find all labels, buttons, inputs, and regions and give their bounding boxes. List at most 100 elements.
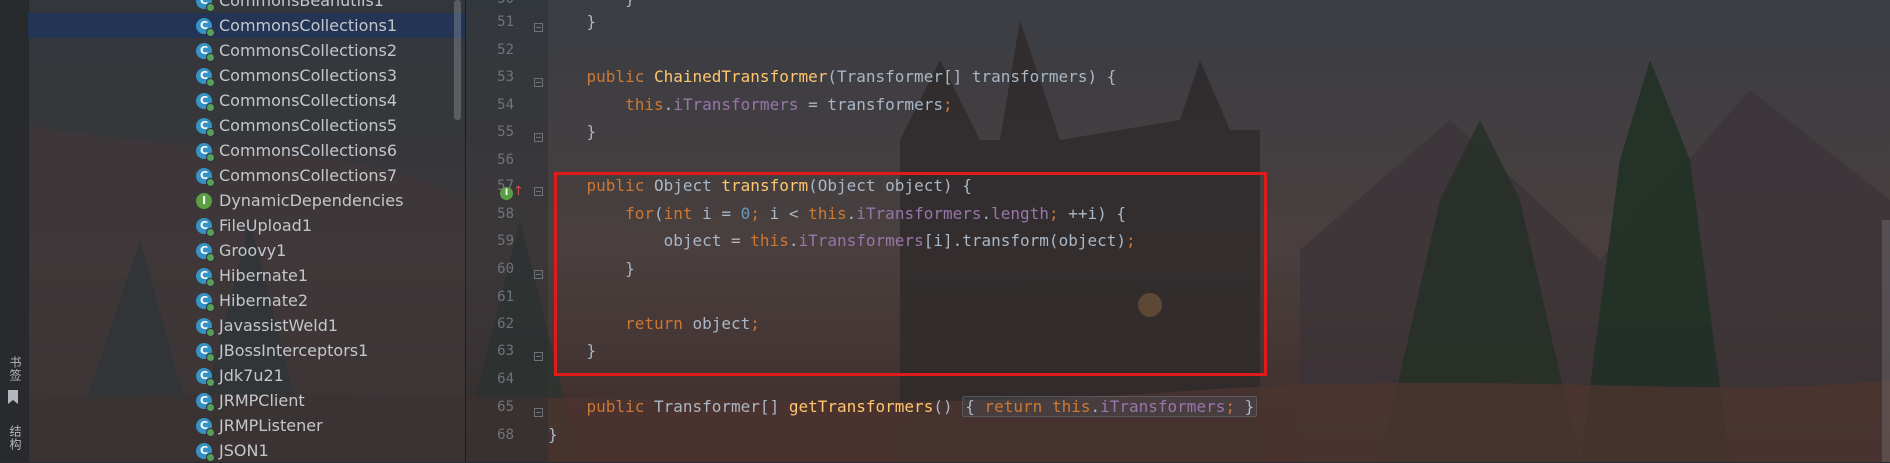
structure-tool-tab[interactable]: 结构 — [4, 425, 24, 451]
tree-item-label: JSON1 — [219, 441, 269, 460]
run-marker-icon — [206, 277, 215, 287]
tree-item-label: FileUpload1 — [219, 216, 313, 235]
tree-item[interactable]: C CommonsCollections7 — [28, 163, 465, 188]
tree-item[interactable]: I DynamicDependencies — [28, 188, 465, 213]
line-number: 65 — [497, 399, 514, 415]
fold-toggle[interactable] — [534, 352, 543, 361]
tree-item-label: CommonsCollections5 — [219, 116, 398, 135]
tree-item-label: CommonsCollections3 — [219, 66, 398, 85]
tree-item[interactable]: C Hibernate2 — [28, 288, 465, 313]
class-icon: C — [196, 42, 215, 62]
bookmarks-tool-tab[interactable]: 书签 — [4, 356, 24, 382]
bookmark-icon[interactable] — [7, 390, 19, 404]
tree-item[interactable]: C JBossInterceptors1 — [28, 338, 465, 363]
code-token: } — [548, 12, 597, 31]
tree-item-label: DynamicDependencies — [219, 191, 404, 210]
tree-item-label: Groovy1 — [219, 241, 287, 260]
code-line[interactable]: public ChainedTransformer(Transformer[] … — [548, 67, 1117, 93]
implements-icon[interactable]: I — [500, 187, 513, 200]
run-marker-icon — [206, 452, 215, 462]
class-icon: C — [196, 217, 215, 237]
run-marker-icon — [206, 302, 215, 312]
class-icon: C — [196, 417, 215, 437]
tree-item[interactable]: C CommonsCollections3 — [28, 63, 465, 88]
code-token: { — [965, 397, 985, 416]
tree-item[interactable]: C Groovy1 — [28, 238, 465, 263]
code-token: . — [663, 95, 674, 114]
tree-item-label: JRMPListener — [219, 416, 323, 435]
code-token: return — [984, 397, 1052, 416]
run-marker-icon — [206, 52, 215, 62]
tree-item[interactable]: C JRMPListener — [28, 413, 465, 438]
run-marker-icon — [206, 327, 215, 337]
tree-item-label: CommonsCollections7 — [219, 166, 398, 185]
folded-code-region[interactable]: { return this.iTransformers; } — [962, 396, 1258, 417]
run-marker-icon — [206, 152, 215, 162]
tree-item-label: CommonsCollections2 — [219, 41, 398, 60]
project-tree-scrollbar[interactable] — [454, 0, 461, 120]
class-icon: C — [196, 117, 215, 137]
code-token: ; — [942, 95, 953, 114]
tree-item-label: JBossInterceptors1 — [219, 341, 369, 360]
override-arrow-icon[interactable]: ↑ — [513, 184, 524, 199]
fold-toggle[interactable] — [534, 23, 543, 32]
class-icon: C — [196, 342, 215, 362]
tree-item-label: CommonsBeanutils1 — [219, 0, 384, 10]
code-token: iTransformers — [673, 95, 799, 114]
class-icon: C — [196, 442, 215, 462]
code-token: . — [1090, 397, 1101, 416]
fold-toggle[interactable] — [534, 408, 543, 417]
tree-item[interactable]: C FileUpload1 — [28, 213, 465, 238]
tree-item[interactable]: C CommonsCollections4 — [28, 88, 465, 113]
code-token: this — [1051, 397, 1091, 416]
line-number: 55 — [497, 124, 514, 140]
line-number: 62 — [497, 316, 514, 332]
code-token: () — [933, 397, 963, 416]
code-token: } — [548, 0, 635, 8]
tree-item[interactable]: C CommonsCollections1 — [28, 13, 465, 38]
tree-item[interactable]: C CommonsCollections2 — [28, 38, 465, 63]
line-number: 52 — [497, 42, 514, 58]
code-line[interactable]: } — [548, 425, 558, 451]
run-marker-icon — [206, 77, 215, 87]
code-line[interactable]: this.iTransformers = transformers; — [548, 95, 953, 121]
code-token: } — [1244, 397, 1255, 416]
fold-toggle[interactable] — [534, 78, 543, 87]
class-icon: C — [196, 392, 215, 412]
tree-item-label: CommonsCollections4 — [219, 91, 398, 110]
highlight-annotation-box — [554, 172, 1267, 376]
code-line[interactable]: public Transformer[] getTransformers() {… — [548, 396, 1258, 423]
fold-toggle[interactable] — [534, 270, 543, 279]
tree-item[interactable]: C JRMPClient — [28, 388, 465, 413]
tree-item[interactable]: C JavassistWeld1 — [28, 313, 465, 338]
tree-item[interactable]: C CommonsCollections5 — [28, 113, 465, 138]
line-number: 51 — [497, 14, 514, 30]
tree-item[interactable]: C CommonsCollections6 — [28, 138, 465, 163]
run-marker-icon — [206, 227, 215, 237]
tree-item[interactable]: C Hibernate1 — [28, 263, 465, 288]
run-marker-icon — [206, 27, 215, 37]
run-marker-icon — [206, 102, 215, 112]
code-token: Transformer[] — [653, 397, 789, 416]
run-marker-icon — [206, 127, 215, 137]
project-tree-panel: C CommonsBeanutils1 C CommonsCollections1 C C… — [28, 0, 466, 462]
class-icon: C — [196, 242, 215, 262]
line-number: 60 — [497, 261, 514, 277]
fold-toggle[interactable] — [534, 133, 543, 142]
code-token: } — [548, 122, 597, 141]
tree-item[interactable]: C CommonsBeanutils1 — [28, 0, 465, 13]
code-line[interactable]: } — [548, 12, 597, 38]
run-marker-icon — [206, 177, 215, 187]
tree-item-label: JRMPClient — [219, 391, 305, 410]
editor-scrollbar[interactable] — [1882, 220, 1890, 462]
fold-toggle[interactable] — [534, 187, 543, 196]
tree-item[interactable]: C Jdk7u21 — [28, 363, 465, 388]
run-marker-icon — [206, 402, 215, 412]
line-number: 63 — [497, 343, 514, 359]
tree-item-label: Hibernate2 — [219, 291, 309, 310]
run-marker-icon — [206, 427, 215, 437]
code-line[interactable]: } — [548, 122, 597, 148]
tree-item[interactable]: C JSON1 — [28, 438, 465, 463]
interface-icon: I — [196, 192, 212, 209]
